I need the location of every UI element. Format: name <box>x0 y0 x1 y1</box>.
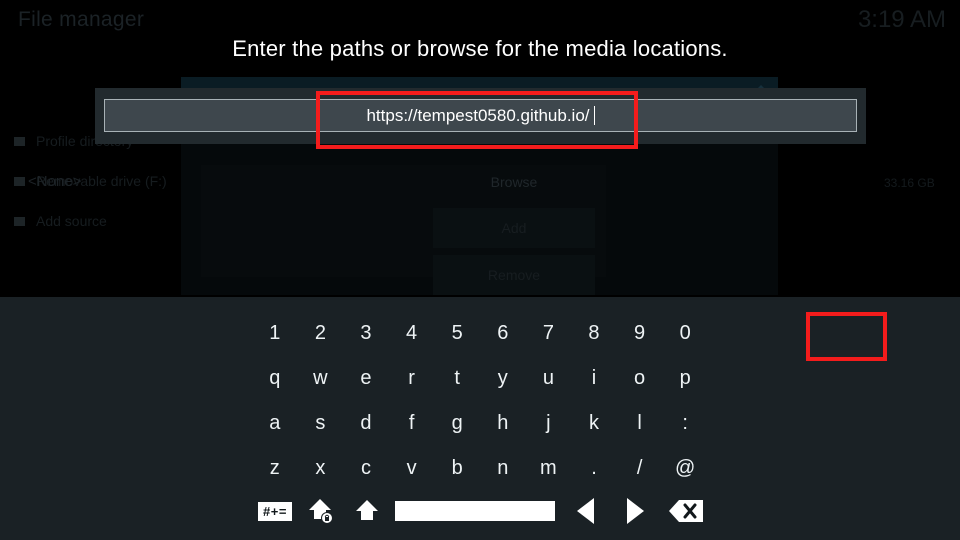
window-title: File manager <box>18 8 145 31</box>
key-v[interactable]: v <box>389 446 435 491</box>
key-3[interactable]: 3 <box>343 311 389 356</box>
arrow-left-icon[interactable] <box>560 491 610 531</box>
add-button[interactable]: Add <box>433 208 595 248</box>
edit-field-strip: https://tempest0580.github.io/ <box>95 88 866 144</box>
path-input[interactable]: https://tempest0580.github.io/ <box>104 99 857 132</box>
file-manager-row-size: 33.16 GB <box>884 176 935 190</box>
key-7[interactable]: 7 <box>526 311 572 356</box>
key-f[interactable]: f <box>389 401 435 446</box>
key-at[interactable]: @ <box>662 446 708 491</box>
key-r[interactable]: r <box>389 356 435 401</box>
key-t[interactable]: t <box>434 356 480 401</box>
space-bar-icon[interactable] <box>390 491 560 531</box>
arrow-left-glyph <box>576 498 594 524</box>
clock: 3:19 AM <box>857 6 946 33</box>
key-8[interactable]: 8 <box>571 311 617 356</box>
key-period[interactable]: . <box>571 446 617 491</box>
folder-icon <box>14 176 25 186</box>
key-slash[interactable]: / <box>617 446 663 491</box>
path-input-value: https://tempest0580.github.io/ <box>366 105 590 125</box>
prompt-heading: Enter the paths or browse for the media … <box>232 36 728 61</box>
key-i[interactable]: i <box>571 356 617 401</box>
folder-icon <box>14 216 25 226</box>
key-6[interactable]: 6 <box>480 311 526 356</box>
key-e[interactable]: e <box>343 356 389 401</box>
key-q[interactable]: q <box>252 356 298 401</box>
key-9[interactable]: 9 <box>617 311 663 356</box>
key-4[interactable]: 4 <box>389 311 435 356</box>
shift-icon[interactable] <box>344 491 390 531</box>
key-c[interactable]: c <box>343 446 389 491</box>
key-g[interactable]: g <box>434 401 480 446</box>
key-0[interactable]: 0 <box>662 311 708 356</box>
source-list-empty-label: <None> <box>28 173 82 190</box>
key-o[interactable]: o <box>617 356 663 401</box>
file-manager-row-label: Add source <box>36 213 107 229</box>
key-5[interactable]: 5 <box>434 311 480 356</box>
caps-lock-icon[interactable] <box>298 491 344 531</box>
key-colon[interactable]: : <box>662 401 708 446</box>
file-manager-row[interactable]: Add source <box>14 213 107 229</box>
text-cursor <box>593 106 595 125</box>
key-1[interactable]: 1 <box>252 311 298 356</box>
key-2[interactable]: 2 <box>298 311 344 356</box>
arrow-right-glyph <box>626 498 644 524</box>
key-z[interactable]: z <box>252 446 298 491</box>
key-n[interactable]: n <box>480 446 526 491</box>
browse-button[interactable]: Browse <box>433 162 595 202</box>
space-bar-glyph <box>395 501 555 521</box>
key-m[interactable]: m <box>526 446 572 491</box>
folder-icon <box>14 136 25 146</box>
key-w[interactable]: w <box>298 356 344 401</box>
key-a[interactable]: a <box>252 401 298 446</box>
keyboard-function-row: #+= <box>252 491 708 531</box>
keyboard-keys-grid: 1 2 3 4 5 6 7 8 9 0 q w e r t y u i o p … <box>252 311 708 491</box>
key-k[interactable]: k <box>571 401 617 446</box>
key-p[interactable]: p <box>662 356 708 401</box>
arrow-right-icon[interactable] <box>610 491 660 531</box>
key-y[interactable]: y <box>480 356 526 401</box>
remove-button[interactable]: Remove <box>433 255 595 295</box>
key-u[interactable]: u <box>526 356 572 401</box>
key-h[interactable]: h <box>480 401 526 446</box>
symbols-key-label: #+= <box>258 501 292 521</box>
key-x[interactable]: x <box>298 446 344 491</box>
virtual-keyboard: 1 2 3 4 5 6 7 8 9 0 q w e r t y u i o p … <box>0 297 960 540</box>
backspace-icon[interactable] <box>660 491 712 531</box>
key-b[interactable]: b <box>434 446 480 491</box>
symbols-key[interactable]: #+= <box>252 491 298 531</box>
key-d[interactable]: d <box>343 401 389 446</box>
key-s[interactable]: s <box>298 401 344 446</box>
key-j[interactable]: j <box>526 401 572 446</box>
key-l[interactable]: l <box>617 401 663 446</box>
